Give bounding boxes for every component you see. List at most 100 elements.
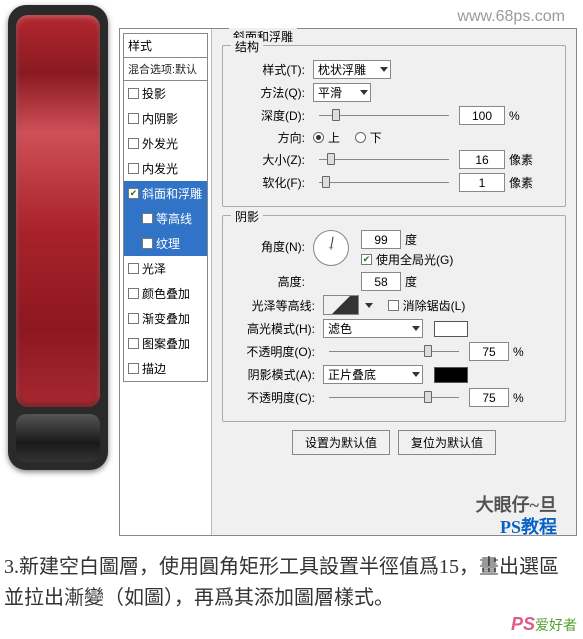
soften-label: 软化(F): bbox=[235, 174, 309, 191]
direction-label: 方向: bbox=[235, 129, 309, 146]
depth-label: 深度(D): bbox=[235, 107, 309, 124]
watermark-tutorial: PS教程 bbox=[500, 513, 557, 539]
soften-input[interactable] bbox=[459, 173, 505, 192]
style-stroke[interactable]: 描边 bbox=[124, 356, 207, 381]
watermark-site: PS爱好者 bbox=[511, 614, 577, 635]
soften-slider[interactable] bbox=[319, 180, 449, 186]
settings-column: 斜面和浮雕 结构 样式(T):枕状浮雕 方法(Q):平滑 深度(D):% 方向:… bbox=[212, 29, 576, 535]
shadow-opacity-input[interactable] bbox=[469, 388, 509, 407]
checkbox[interactable] bbox=[142, 213, 153, 224]
make-default-button[interactable]: 设置为默认值 bbox=[292, 430, 390, 455]
style-bevel-emboss[interactable]: 斜面和浮雕 bbox=[124, 181, 207, 206]
highlight-mode-combo[interactable]: 滤色 bbox=[323, 319, 423, 338]
depth-slider[interactable] bbox=[319, 113, 449, 119]
structure-group: 斜面和浮雕 结构 样式(T):枕状浮雕 方法(Q):平滑 深度(D):% 方向:… bbox=[222, 45, 566, 207]
angle-input[interactable] bbox=[361, 230, 401, 249]
device-screen bbox=[16, 15, 100, 407]
styles-column: 样式 混合选项:默认 投影 内阴影 外发光 内发光 斜面和浮雕 等高线 纹理 光… bbox=[120, 29, 212, 535]
checkbox[interactable] bbox=[128, 363, 139, 374]
style-combo[interactable]: 枕状浮雕 bbox=[313, 60, 391, 79]
styles-header: 样式 bbox=[123, 33, 208, 58]
chevron-down-icon bbox=[360, 90, 368, 95]
style-outer-glow[interactable]: 外发光 bbox=[124, 131, 207, 156]
layer-style-dialog: 样式 混合选项:默认 投影 内阴影 外发光 内发光 斜面和浮雕 等高线 纹理 光… bbox=[119, 28, 577, 536]
direction-up-radio[interactable] bbox=[313, 132, 324, 143]
chevron-down-icon bbox=[412, 372, 420, 377]
antialias-checkbox[interactable] bbox=[388, 300, 399, 311]
size-input[interactable] bbox=[459, 150, 505, 169]
unit-label: 像素 bbox=[509, 151, 533, 168]
unit-label: % bbox=[513, 391, 524, 405]
device-body bbox=[8, 5, 108, 470]
up-label: 上 bbox=[328, 129, 340, 146]
blend-options-default[interactable]: 混合选项:默认 bbox=[123, 58, 208, 81]
style-label: 外发光 bbox=[142, 135, 178, 152]
checkbox[interactable] bbox=[128, 313, 139, 324]
shading-title: 阴影 bbox=[231, 208, 263, 225]
shadow-mode-combo[interactable]: 正片叠底 bbox=[323, 365, 423, 384]
checkbox[interactable] bbox=[128, 113, 139, 124]
unit-label: 度 bbox=[405, 231, 417, 248]
styles-list: 投影 内阴影 外发光 内发光 斜面和浮雕 等高线 纹理 光泽 颜色叠加 渐变叠加… bbox=[123, 81, 208, 382]
style-inner-glow[interactable]: 内发光 bbox=[124, 156, 207, 181]
direction-down-radio[interactable] bbox=[355, 132, 366, 143]
highlight-color-swatch[interactable] bbox=[434, 321, 468, 337]
combo-value: 枕状浮雕 bbox=[318, 61, 366, 78]
style-color-overlay[interactable]: 颜色叠加 bbox=[124, 281, 207, 306]
unit-label: 像素 bbox=[509, 174, 533, 191]
chevron-down-icon bbox=[380, 67, 388, 72]
method-combo[interactable]: 平滑 bbox=[313, 83, 371, 102]
style-label: 内发光 bbox=[142, 160, 178, 177]
style-label: 描边 bbox=[142, 360, 166, 377]
size-slider[interactable] bbox=[319, 157, 449, 163]
chevron-down-icon[interactable] bbox=[365, 303, 373, 308]
device-mockup bbox=[0, 0, 125, 480]
checkbox[interactable] bbox=[128, 263, 139, 274]
style-gradient-overlay[interactable]: 渐变叠加 bbox=[124, 306, 207, 331]
style-label: 投影 bbox=[142, 85, 166, 102]
method-label: 方法(Q): bbox=[235, 84, 309, 101]
style-label: 光泽 bbox=[142, 260, 166, 277]
angle-control[interactable] bbox=[313, 230, 349, 266]
antialias-label: 消除锯齿(L) bbox=[403, 297, 466, 314]
global-light-checkbox[interactable] bbox=[361, 254, 372, 265]
depth-input[interactable] bbox=[459, 106, 505, 125]
watermark-fans: 爱好者 bbox=[535, 617, 577, 633]
combo-value: 正片叠底 bbox=[328, 366, 376, 383]
shadow-opacity-slider[interactable] bbox=[329, 395, 459, 401]
style-inner-shadow[interactable]: 内阴影 bbox=[124, 106, 207, 131]
checkbox[interactable] bbox=[128, 163, 139, 174]
highlight-opacity-input[interactable] bbox=[469, 342, 509, 361]
style-label: 图案叠加 bbox=[142, 335, 190, 352]
reset-default-button[interactable]: 复位为默认值 bbox=[398, 430, 496, 455]
highlight-opacity-slider[interactable] bbox=[329, 349, 459, 355]
checkbox[interactable] bbox=[128, 138, 139, 149]
style-texture[interactable]: 纹理 bbox=[124, 231, 207, 256]
style-label: 等高线 bbox=[156, 210, 192, 227]
style-label: 渐变叠加 bbox=[142, 310, 190, 327]
checkbox[interactable] bbox=[142, 238, 153, 249]
shadow-color-swatch[interactable] bbox=[434, 367, 468, 383]
style-drop-shadow[interactable]: 投影 bbox=[124, 81, 207, 106]
style-contour[interactable]: 等高线 bbox=[124, 206, 207, 231]
highlight-opacity-label: 不透明度(O): bbox=[235, 343, 319, 360]
combo-value: 滤色 bbox=[328, 320, 352, 337]
altitude-input[interactable] bbox=[361, 272, 401, 291]
chevron-down-icon bbox=[412, 326, 420, 331]
contour-picker[interactable] bbox=[323, 295, 359, 315]
global-light-label: 使用全局光(G) bbox=[376, 251, 453, 268]
checkbox[interactable] bbox=[128, 188, 139, 199]
shading-group: 阴影 角度(N): 度 使用全局光(G) 高度:度 光泽等高线: 消除锯齿(L)… bbox=[222, 215, 566, 422]
combo-value: 平滑 bbox=[318, 84, 342, 101]
style-pattern-overlay[interactable]: 图案叠加 bbox=[124, 331, 207, 356]
style-label: 颜色叠加 bbox=[142, 285, 190, 302]
unit-label: % bbox=[509, 109, 520, 123]
checkbox[interactable] bbox=[128, 338, 139, 349]
checkbox[interactable] bbox=[128, 288, 139, 299]
style-label: 斜面和浮雕 bbox=[142, 185, 202, 202]
style-satin[interactable]: 光泽 bbox=[124, 256, 207, 281]
highlight-mode-label: 高光模式(H): bbox=[235, 320, 319, 337]
device-bottom bbox=[16, 414, 100, 462]
checkbox[interactable] bbox=[128, 88, 139, 99]
unit-label: 度 bbox=[405, 273, 417, 290]
